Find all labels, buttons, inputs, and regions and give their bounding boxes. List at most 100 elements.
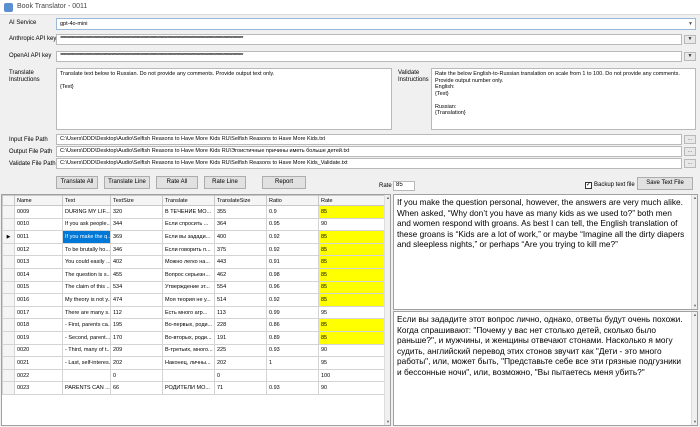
row-header[interactable] [2, 330, 15, 345]
ratio-cell[interactable]: 0.91 [266, 255, 319, 269]
translate-cell[interactable]: Моя теория не у... [162, 293, 215, 307]
translate-cell[interactable]: Если говорить п... [162, 242, 215, 257]
translate-cell[interactable]: В ТЕЧЕНИЕ МО... [162, 205, 215, 219]
backup-checkbox[interactable]: ✓ [585, 182, 592, 189]
name-cell[interactable]: 0011 [14, 230, 63, 244]
column-header[interactable]: Translate [162, 195, 215, 206]
source-scrollbar[interactable]: ▲ ▼ [691, 195, 697, 309]
row-header[interactable] [2, 217, 15, 232]
text-size-cell[interactable]: 320 [110, 205, 163, 219]
translate-size-cell[interactable]: 554 [214, 280, 267, 295]
rate-cell[interactable]: 100 [318, 368, 390, 383]
rate-cell[interactable]: 85 [318, 205, 390, 219]
rate-cell[interactable]: 95 [318, 305, 390, 320]
table-row[interactable]: 0021- Last, self-interes... 202 Наконец, л… [2, 356, 390, 370]
row-header[interactable] [2, 293, 15, 307]
translate-size-cell[interactable]: 443 [214, 255, 267, 269]
translate-cell[interactable]: В-третьих, много... [162, 343, 215, 358]
translate-size-cell[interactable]: 375 [214, 242, 267, 257]
text-cell[interactable]: The question is s... [62, 267, 111, 282]
ratio-cell[interactable] [266, 368, 319, 383]
input-browse-button[interactable]: ... [684, 135, 696, 144]
translate-cell[interactable]: Можно легко на... [162, 255, 215, 269]
name-cell[interactable]: 0021 [14, 356, 63, 370]
translate-size-cell[interactable]: 113 [214, 305, 267, 320]
name-cell[interactable]: 0014 [14, 267, 63, 282]
column-header[interactable]: Ratio [266, 195, 319, 206]
table-row[interactable]: 0012 To be brutally ho... 346 Если говорить… [2, 242, 390, 257]
row-header[interactable] [2, 305, 15, 320]
ratio-cell[interactable]: 0.89 [266, 330, 319, 345]
translate-size-cell[interactable]: 191 [214, 330, 267, 345]
translate-cell[interactable]: Если вы задади... [162, 230, 215, 244]
row-header[interactable] [2, 356, 15, 370]
column-header[interactable]: Name [14, 195, 63, 206]
report-button[interactable]: Report [262, 176, 306, 189]
translate-cell[interactable]: Во-первых, роди... [162, 318, 215, 332]
ratio-cell[interactable]: 0.96 [266, 280, 319, 295]
text-size-cell[interactable]: 344 [110, 217, 163, 232]
rate-cell[interactable]: 85 [318, 255, 390, 269]
translate-size-cell[interactable]: 228 [214, 318, 267, 332]
text-cell[interactable]: If you ask people... [62, 217, 111, 232]
save-text-file-button[interactable]: Save Text File [637, 177, 693, 190]
translate-cell[interactable] [162, 368, 215, 383]
ratio-cell[interactable]: 0.92 [266, 293, 319, 307]
rate-cell[interactable]: 95 [318, 356, 390, 370]
translate-size-cell[interactable]: 0 [214, 368, 267, 383]
current-row-indicator[interactable]: ▶ [2, 230, 15, 244]
row-header[interactable] [2, 343, 15, 358]
translate-instructions-input[interactable]: Translate text below to Russian. Do not … [56, 68, 392, 130]
column-header[interactable]: Text [62, 195, 111, 206]
translate-cell[interactable]: РОДИТЕЛИ МО... [162, 381, 215, 395]
rate-line-button[interactable]: Rate Line [204, 176, 246, 189]
column-header[interactable]: TranslateSize [214, 195, 267, 206]
text-cell[interactable]: PARENTS CAN ... [62, 381, 111, 395]
text-size-cell[interactable]: 369 [110, 230, 163, 244]
ratio-cell[interactable]: 0.99 [266, 305, 319, 320]
row-header[interactable] [2, 242, 15, 257]
row-header[interactable] [2, 381, 15, 395]
rows-table[interactable]: Name Text TextSize Translate TranslateSi… [1, 194, 391, 426]
table-row[interactable]: 0019- Second, parent... 170 Во-вторых, род… [2, 330, 390, 345]
text-cell[interactable]: My theory is not y... [62, 293, 111, 307]
table-row[interactable]: 0015 The claim of this ... 534 Утверждение … [2, 280, 390, 295]
name-cell[interactable]: 0012 [14, 242, 63, 257]
name-cell[interactable]: 0019 [14, 330, 63, 345]
openai-api-key-input[interactable]: ****************************************… [56, 51, 682, 62]
translate-cell[interactable]: Во-вторых, роди... [162, 330, 215, 345]
ratio-cell[interactable]: 0.86 [266, 318, 319, 332]
text-size-cell[interactable]: 195 [110, 318, 163, 332]
input-file-path-input[interactable]: C:\Users\DDD\Desktop\Audio\Selfish Reaso… [56, 134, 682, 145]
text-cell[interactable]: There are many s... [62, 305, 111, 320]
text-cell[interactable]: The claim of this ... [62, 280, 111, 295]
ratio-cell[interactable]: 0.92 [266, 242, 319, 257]
rate-cell[interactable]: 85 [318, 293, 390, 307]
translate-size-cell[interactable]: 400 [214, 230, 267, 244]
ratio-cell[interactable]: 1 [266, 356, 319, 370]
scroll-up-icon[interactable]: ▲ [692, 312, 697, 318]
table-row[interactable]: 0009 DURING MY LIF... 320 В ТЕЧЕНИЕ МО... 35… [2, 205, 390, 219]
text-cell[interactable]: You could easily ... [62, 255, 111, 269]
table-row[interactable]: 0022 0 0 100 [2, 368, 390, 383]
text-size-cell[interactable]: 66 [110, 381, 163, 395]
text-cell[interactable]: DURING MY LIF... [62, 205, 111, 219]
translate-size-cell[interactable]: 71 [214, 381, 267, 395]
translate-all-button[interactable]: Translate All [56, 176, 98, 189]
name-cell[interactable]: 0015 [14, 280, 63, 295]
translate-cell[interactable]: Если спросить ... [162, 217, 215, 232]
translate-cell[interactable]: Утверждение эт... [162, 280, 215, 295]
translate-size-cell[interactable]: 462 [214, 267, 267, 282]
table-row[interactable]: 0014 The question is s... 455 Вопрос серьез… [2, 267, 390, 282]
rate-cell[interactable]: 85 [318, 330, 390, 345]
text-size-cell[interactable]: 170 [110, 330, 163, 345]
table-row[interactable]: 0018- First, parents ca... 195 Во-первых, … [2, 318, 390, 332]
column-header[interactable]: TextSize [110, 195, 163, 206]
table-row[interactable]: 0020- Third, many of t... 209 В-третьих, м… [2, 343, 390, 358]
translate-size-cell[interactable]: 355 [214, 205, 267, 219]
row-header[interactable] [2, 267, 15, 282]
translate-size-cell[interactable]: 202 [214, 356, 267, 370]
translate-cell[interactable]: Наконец, личны... [162, 356, 215, 370]
scroll-down-icon[interactable]: ▼ [692, 303, 697, 309]
table-row[interactable]: 0016 My theory is not y... 474 Моя теория н… [2, 293, 390, 307]
